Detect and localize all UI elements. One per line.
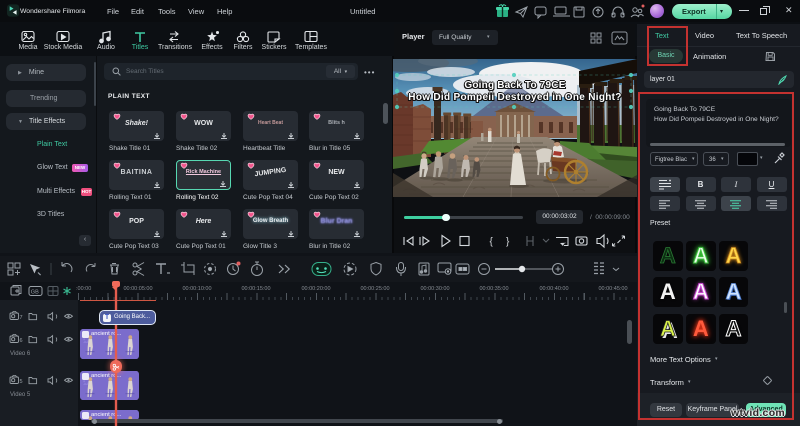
svg-text:{: { (490, 237, 494, 248)
svg-text:7: 7 (20, 315, 23, 321)
svg-text:6: 6 (20, 338, 23, 344)
svg-text:GB: GB (31, 290, 39, 296)
svg-text:5: 5 (20, 379, 23, 385)
svg-text:}: } (506, 237, 510, 248)
